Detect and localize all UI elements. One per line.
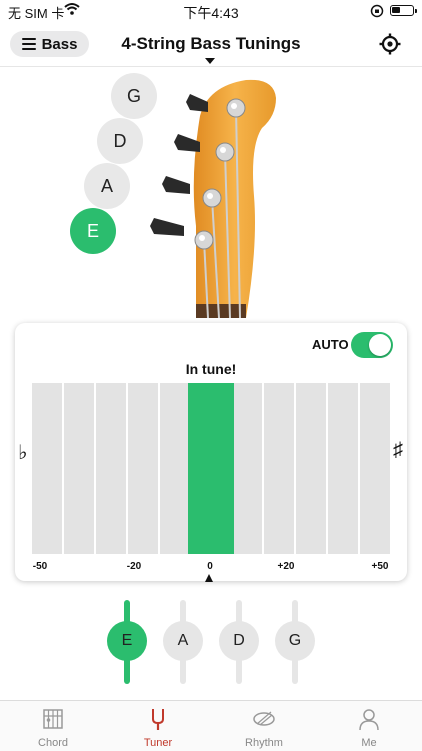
tab-label: Rhythm xyxy=(245,737,283,749)
auto-toggle[interactable] xyxy=(351,332,393,358)
drum-icon xyxy=(253,711,275,726)
tuning-status: In tune! xyxy=(185,361,237,377)
pitch-needle-icon xyxy=(205,574,213,582)
tuning-title[interactable]: 4-String Bass Tunings xyxy=(90,34,332,54)
tab-me[interactable]: Me xyxy=(327,701,411,751)
tab-tuner[interactable]: Tuner xyxy=(116,701,200,751)
menu-icon xyxy=(21,35,36,53)
scale-label: +20 xyxy=(277,561,295,572)
battery-icon xyxy=(390,5,417,16)
tab-rhythm[interactable]: Rhythm xyxy=(222,701,306,751)
string-button-d[interactable]: D xyxy=(97,118,143,164)
string-label: A xyxy=(100,175,113,196)
scale-label: -20 xyxy=(126,561,142,572)
string-label: G xyxy=(288,632,302,649)
tuner-panel: AUTO In tune! ♭ ♯ -50 -20 0 +20 +50 xyxy=(15,323,407,582)
instrument-label: Bass xyxy=(41,35,78,53)
string-button-g[interactable]: G xyxy=(111,73,157,119)
string-label: D xyxy=(113,130,127,151)
clock: 下午4:43 xyxy=(183,5,239,21)
tab-label: Tuner xyxy=(143,737,173,749)
select-string-a-button[interactable]: A xyxy=(163,621,203,661)
string-label: D xyxy=(233,632,245,649)
flat-symbol: ♭ xyxy=(18,442,28,464)
settings-gear-icon[interactable] xyxy=(378,32,402,56)
bass-headstock-illustration xyxy=(150,79,276,318)
tab-chord[interactable]: Chord xyxy=(11,701,95,751)
tuning-meter xyxy=(32,383,390,554)
scale-label: +50 xyxy=(371,561,389,572)
string-label: G xyxy=(126,85,141,106)
person-icon xyxy=(359,709,379,731)
in-tune-indicator xyxy=(188,383,234,554)
auto-label: AUTO xyxy=(312,337,349,352)
rotation-lock-icon xyxy=(370,4,384,18)
scale-label: -50 xyxy=(32,561,48,572)
string-label: E xyxy=(86,220,99,241)
header: Bass 4-String Bass Tunings xyxy=(0,22,422,67)
select-string-g-button[interactable]: G xyxy=(275,621,315,661)
scale-label: 0 xyxy=(207,561,213,572)
string-button-a[interactable]: A xyxy=(84,163,130,209)
tab-label: Me xyxy=(361,737,377,749)
chord-icon xyxy=(43,709,63,729)
select-string-e-button[interactable]: E xyxy=(107,621,147,661)
string-label: E xyxy=(121,632,133,649)
tab-label: Chord xyxy=(38,737,68,749)
tab-bar: Chord Tuner Rhythm Me xyxy=(0,700,422,751)
string-label: A xyxy=(177,632,189,649)
instrument-menu-button[interactable]: Bass xyxy=(10,31,89,57)
sharp-symbol: ♯ xyxy=(393,439,403,461)
string-button-e[interactable]: E xyxy=(70,208,116,254)
caret-down-icon[interactable] xyxy=(205,58,215,64)
select-string-d-button[interactable]: D xyxy=(219,621,259,661)
tuning-fork-icon xyxy=(152,709,164,730)
status-bar: 无 SIM 卡 下午4:43 xyxy=(0,0,422,22)
